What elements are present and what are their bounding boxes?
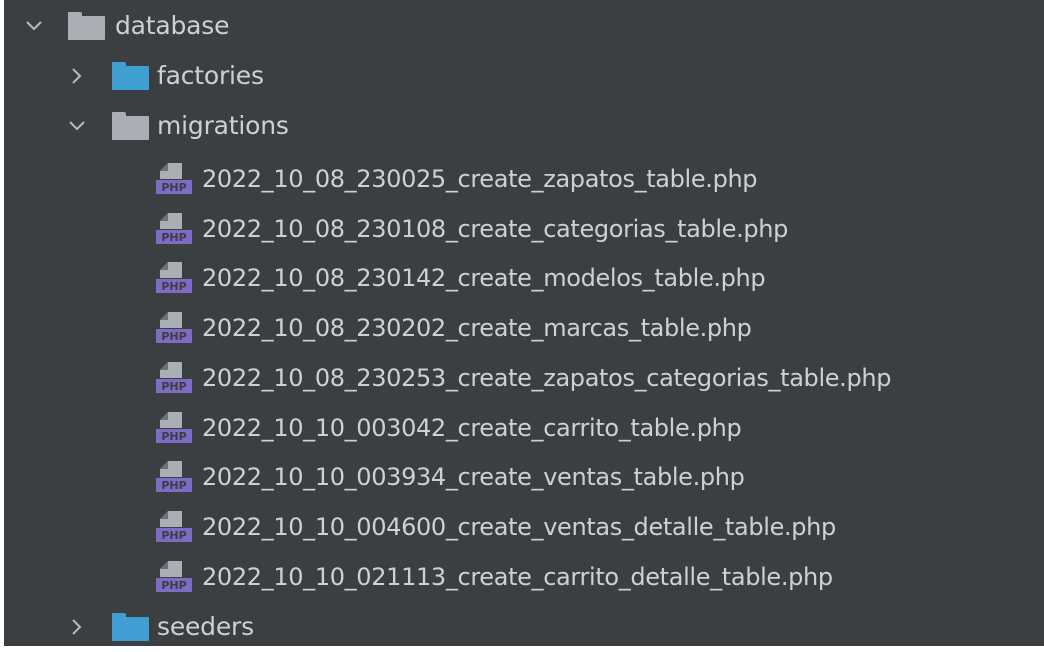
project-tree-panel: database factories migrations PHP 2022_1… <box>4 0 1044 646</box>
file-label: 2022_10_08_230202_create_marcas_table.ph… <box>202 314 752 342</box>
file-label: 2022_10_10_003042_create_carrito_table.p… <box>202 414 742 442</box>
php-file-icon: PHP <box>156 211 198 247</box>
folder-gray-icon <box>112 112 149 140</box>
tree-file-row[interactable]: PHP 2022_10_08_230108_create_categorias_… <box>4 204 1044 254</box>
php-file-icon: PHP <box>156 360 198 396</box>
file-label: 2022_10_10_004600_create_ventas_detalle_… <box>202 513 836 541</box>
php-file-icon: PHP <box>156 459 198 495</box>
tree-node-label: factories <box>157 61 264 90</box>
svg-text:PHP: PHP <box>161 430 186 443</box>
file-label: 2022_10_10_003934_create_ventas_table.ph… <box>202 463 745 491</box>
svg-text:PHP: PHP <box>161 579 186 592</box>
tree-file-row[interactable]: PHP 2022_10_08_230142_create_modelos_tab… <box>4 253 1044 303</box>
php-file-icon: PHP <box>156 559 198 595</box>
php-file-icon: PHP <box>156 161 198 197</box>
tree-file-row[interactable]: PHP 2022_10_10_003934_create_ventas_tabl… <box>4 452 1044 502</box>
file-label: 2022_10_08_230253_create_zapatos_categor… <box>202 364 892 392</box>
tree-node-factories[interactable]: factories <box>4 51 1044 101</box>
file-label: 2022_10_08_230025_create_zapatos_table.p… <box>202 165 758 193</box>
tree-node-migrations[interactable]: migrations <box>4 101 1044 151</box>
chevron-down-icon[interactable] <box>24 16 44 36</box>
folder-blue-icon <box>112 62 149 90</box>
tree-file-row[interactable]: PHP 2022_10_08_230025_create_zapatos_tab… <box>4 154 1044 204</box>
tree-node-database[interactable]: database <box>4 1 1044 51</box>
php-file-icon: PHP <box>156 509 198 545</box>
tree-node-label: migrations <box>157 111 289 140</box>
svg-text:PHP: PHP <box>161 380 186 393</box>
chevron-down-icon[interactable] <box>67 116 87 136</box>
file-label: 2022_10_10_021113_create_carrito_detalle… <box>202 563 833 591</box>
file-label: 2022_10_08_230142_create_modelos_table.p… <box>202 264 766 292</box>
file-label: 2022_10_08_230108_create_categorias_tabl… <box>202 215 789 243</box>
php-file-icon: PHP <box>156 310 198 346</box>
php-file-icon: PHP <box>156 260 198 296</box>
folder-blue-icon <box>112 613 149 641</box>
tree-file-row[interactable]: PHP 2022_10_10_021113_create_carrito_det… <box>4 552 1044 602</box>
svg-text:PHP: PHP <box>161 181 186 194</box>
tree-file-row[interactable]: PHP 2022_10_10_004600_create_ventas_deta… <box>4 502 1044 552</box>
php-file-icon: PHP <box>156 410 198 446</box>
tree-file-row[interactable]: PHP 2022_10_08_230253_create_zapatos_cat… <box>4 353 1044 403</box>
svg-text:PHP: PHP <box>161 280 186 293</box>
tree-node-label: seeders <box>157 612 254 641</box>
tree-file-row[interactable]: PHP 2022_10_08_230202_create_marcas_tabl… <box>4 303 1044 353</box>
tree-node-label: database <box>115 11 230 40</box>
svg-text:PHP: PHP <box>161 529 186 542</box>
chevron-right-icon[interactable] <box>67 66 87 86</box>
folder-gray-icon <box>68 12 105 40</box>
chevron-right-icon[interactable] <box>67 617 87 637</box>
svg-text:PHP: PHP <box>161 479 186 492</box>
svg-text:PHP: PHP <box>161 231 186 244</box>
svg-text:PHP: PHP <box>161 330 186 343</box>
tree-file-row[interactable]: PHP 2022_10_10_003042_create_carrito_tab… <box>4 403 1044 453</box>
tree-node-seeders[interactable]: seeders <box>4 602 1044 652</box>
